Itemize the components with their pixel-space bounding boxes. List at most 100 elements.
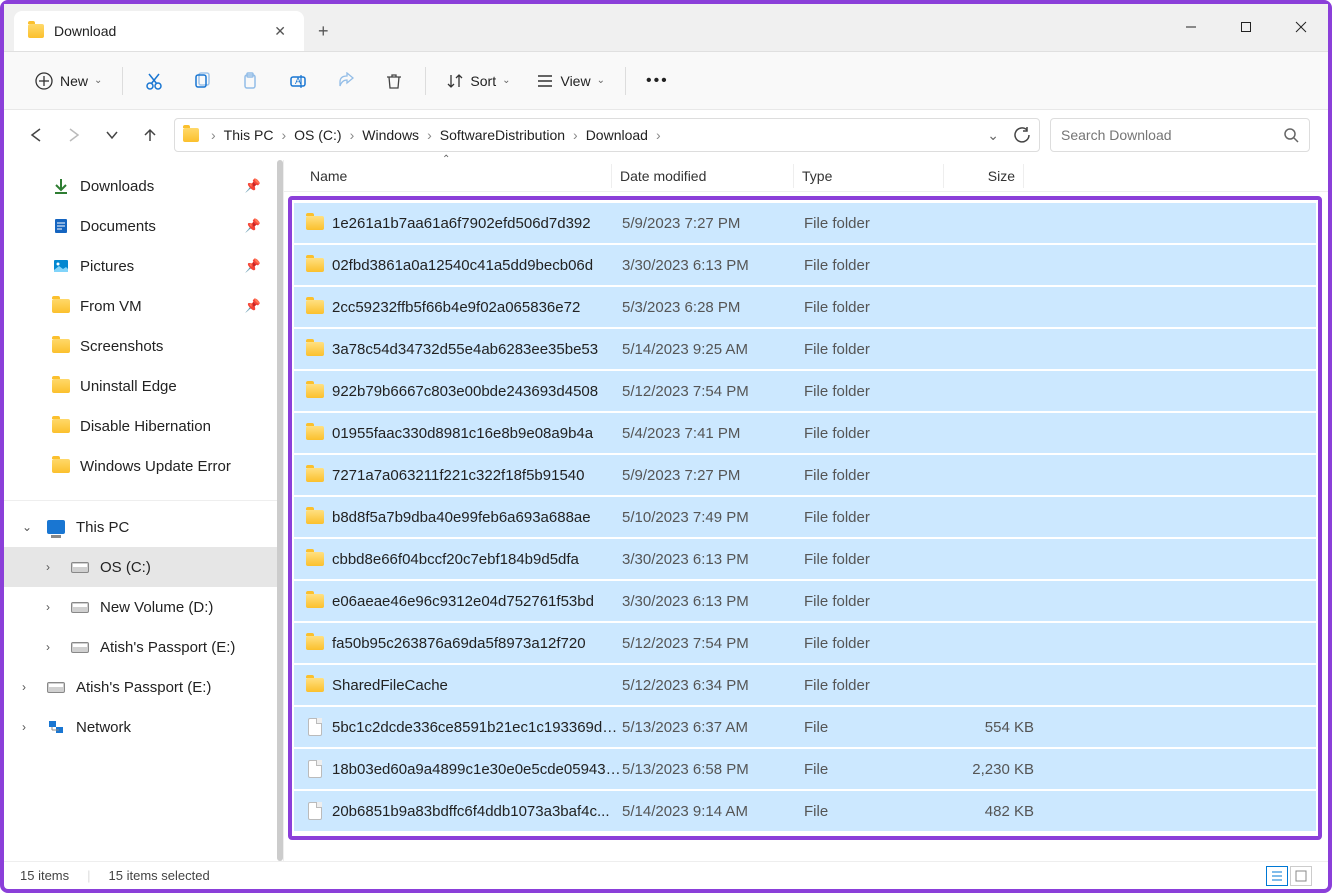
file-name: 20b6851b9a83bdffc6f4ddb1073a3baf4c... — [332, 803, 622, 820]
new-button[interactable]: New ⌄ — [24, 65, 112, 97]
sidebar-item[interactable]: Screenshots — [4, 326, 283, 366]
tree-item-label: Atish's Passport (E:) — [100, 639, 235, 656]
file-row[interactable]: cbbd8e66f04bccf20c7ebf184b9d5dfa3/30/202… — [294, 539, 1316, 579]
expand-icon[interactable]: ⌄ — [22, 520, 36, 534]
search-input[interactable] — [1061, 127, 1283, 143]
breadcrumb-segment[interactable]: Download — [580, 127, 654, 143]
more-button[interactable]: ••• — [636, 66, 679, 96]
chevron-down-icon — [105, 128, 119, 142]
minimize-button[interactable] — [1163, 3, 1218, 51]
back-button[interactable] — [22, 121, 50, 149]
expand-icon[interactable]: › — [22, 680, 36, 694]
file-date: 5/12/2023 7:54 PM — [622, 635, 804, 652]
sort-icon — [446, 72, 464, 90]
tree-item[interactable]: › Atish's Passport (E:) — [4, 627, 283, 667]
breadcrumb[interactable]: › This PC›OS (C:)›Windows›SoftwareDistri… — [174, 118, 1040, 152]
sidebar-item[interactable]: Uninstall Edge — [4, 366, 283, 406]
file-row[interactable]: 5bc1c2dcde336ce8591b21ec1c193369d7...5/1… — [294, 707, 1316, 747]
sidebar-item[interactable]: Documents📌 — [4, 206, 283, 246]
pin-icon: 📌 — [245, 218, 261, 234]
breadcrumb-segment[interactable]: Windows — [356, 127, 425, 143]
file-row[interactable]: b8d8f5a7b9dba40e99feb6a693a688ae5/10/202… — [294, 497, 1316, 537]
details-view-button[interactable] — [1266, 866, 1288, 886]
tree-item[interactable]: › Atish's Passport (E:) — [4, 667, 283, 707]
column-type[interactable]: Type — [794, 164, 944, 188]
disk-icon — [71, 642, 89, 653]
sidebar-item[interactable]: Downloads📌 — [4, 166, 283, 206]
tree-item[interactable]: ›New Volume (D:) — [4, 587, 283, 627]
tab-title: Download — [54, 23, 266, 39]
file-date: 5/14/2023 9:14 AM — [622, 803, 804, 820]
file-row[interactable]: SharedFileCache5/12/2023 6:34 PMFile fol… — [294, 665, 1316, 705]
cut-button[interactable] — [133, 66, 175, 96]
close-button[interactable] — [1273, 3, 1328, 51]
disk-icon — [71, 602, 89, 613]
pin-icon: 📌 — [245, 178, 261, 194]
sidebar-item[interactable]: From VM📌 — [4, 286, 283, 326]
refresh-icon[interactable] — [1013, 126, 1031, 144]
maximize-button[interactable] — [1218, 3, 1273, 51]
file-row[interactable]: 20b6851b9a83bdffc6f4ddb1073a3baf4c...5/1… — [294, 791, 1316, 831]
file-row[interactable]: 18b03ed60a9a4899c1e30e0e5cde05943e...5/1… — [294, 749, 1316, 789]
folder-icon — [306, 258, 324, 272]
toolbar: New ⌄ A Sort ⌄ View ⌄ ••• — [4, 52, 1328, 110]
file-row[interactable]: 2cc59232ffb5f66b4e9f02a065836e725/3/2023… — [294, 287, 1316, 327]
tree-item[interactable]: › Network — [4, 707, 283, 747]
sidebar-item-label: Windows Update Error — [80, 458, 231, 475]
file-row[interactable]: 01955faac330d8981c16e8b9e08a9b4a5/4/2023… — [294, 413, 1316, 453]
file-row[interactable]: 1e261a1b7aa61a6f7902efd506d7d3925/9/2023… — [294, 203, 1316, 243]
forward-button[interactable] — [60, 121, 88, 149]
chevron-down-icon[interactable]: ⌄ — [987, 127, 999, 144]
tree-item[interactable]: ›OS (C:) — [4, 547, 283, 587]
active-tab[interactable]: Download ✕ — [14, 11, 304, 51]
folder-icon — [306, 468, 324, 482]
file-list[interactable]: 1e261a1b7aa61a6f7902efd506d7d3925/9/2023… — [284, 192, 1328, 861]
sidebar-item[interactable]: Disable Hibernation — [4, 406, 283, 446]
file-row[interactable]: e06aeae46e96c9312e04d752761f53bd3/30/202… — [294, 581, 1316, 621]
tree-item-label: Network — [76, 719, 131, 736]
delete-button[interactable] — [373, 66, 415, 96]
file-row[interactable]: fa50b95c263876a69da5f8973a12f7205/12/202… — [294, 623, 1316, 663]
large-icons-view-button[interactable] — [1290, 866, 1312, 886]
tree-item-label: This PC — [76, 519, 129, 536]
file-row[interactable]: 922b79b6667c803e00bde243693d45085/12/202… — [294, 371, 1316, 411]
expand-icon[interactable]: › — [46, 640, 60, 654]
breadcrumb-segment[interactable]: SoftwareDistribution — [434, 127, 571, 143]
rename-button[interactable]: A — [277, 66, 319, 96]
tree-item[interactable]: ⌄ This PC — [4, 507, 283, 547]
file-type: File folder — [804, 299, 954, 316]
svg-text:A: A — [295, 76, 301, 86]
breadcrumb-segment[interactable]: This PC — [218, 127, 280, 143]
file-date: 5/4/2023 7:41 PM — [622, 425, 804, 442]
sort-button[interactable]: Sort ⌄ — [436, 66, 520, 96]
close-tab-button[interactable]: ✕ — [266, 19, 294, 44]
search-box[interactable] — [1050, 118, 1310, 152]
pin-icon: 📌 — [245, 258, 261, 274]
view-button[interactable]: View ⌄ — [526, 66, 614, 96]
file-row[interactable]: 02fbd3861a0a12540c41a5dd9becb06d3/30/202… — [294, 245, 1316, 285]
sidebar-item[interactable]: Pictures📌 — [4, 246, 283, 286]
expand-icon[interactable]: › — [22, 720, 36, 734]
expand-icon[interactable]: › — [46, 600, 60, 614]
share-icon — [337, 72, 355, 90]
paste-button[interactable] — [229, 66, 271, 96]
column-size[interactable]: Size — [944, 164, 1024, 188]
new-tab-button[interactable]: + — [304, 11, 343, 51]
navigation-pane[interactable]: Downloads📌Documents📌Pictures📌From VM📌Scr… — [4, 160, 284, 861]
breadcrumb-segment[interactable]: OS (C:) — [288, 127, 347, 143]
column-date[interactable]: Date modified — [612, 164, 794, 188]
folder-icon — [306, 426, 324, 440]
chevron-down-icon: ⌄ — [502, 75, 510, 86]
sidebar-item[interactable]: Windows Update Error — [4, 446, 283, 486]
file-row[interactable]: 7271a7a063211f221c322f18f5b915405/9/2023… — [294, 455, 1316, 495]
window-controls — [1163, 3, 1328, 51]
file-row[interactable]: 3a78c54d34732d55e4ab6283ee35be535/14/202… — [294, 329, 1316, 369]
folder-icon — [306, 342, 324, 356]
column-name[interactable]: ⌃ Name — [302, 164, 612, 188]
tree-item-label: Atish's Passport (E:) — [76, 679, 211, 696]
expand-icon[interactable]: › — [46, 560, 60, 574]
share-button[interactable] — [325, 66, 367, 96]
copy-button[interactable] — [181, 66, 223, 96]
up-button[interactable] — [136, 121, 164, 149]
recent-button[interactable] — [98, 121, 126, 149]
